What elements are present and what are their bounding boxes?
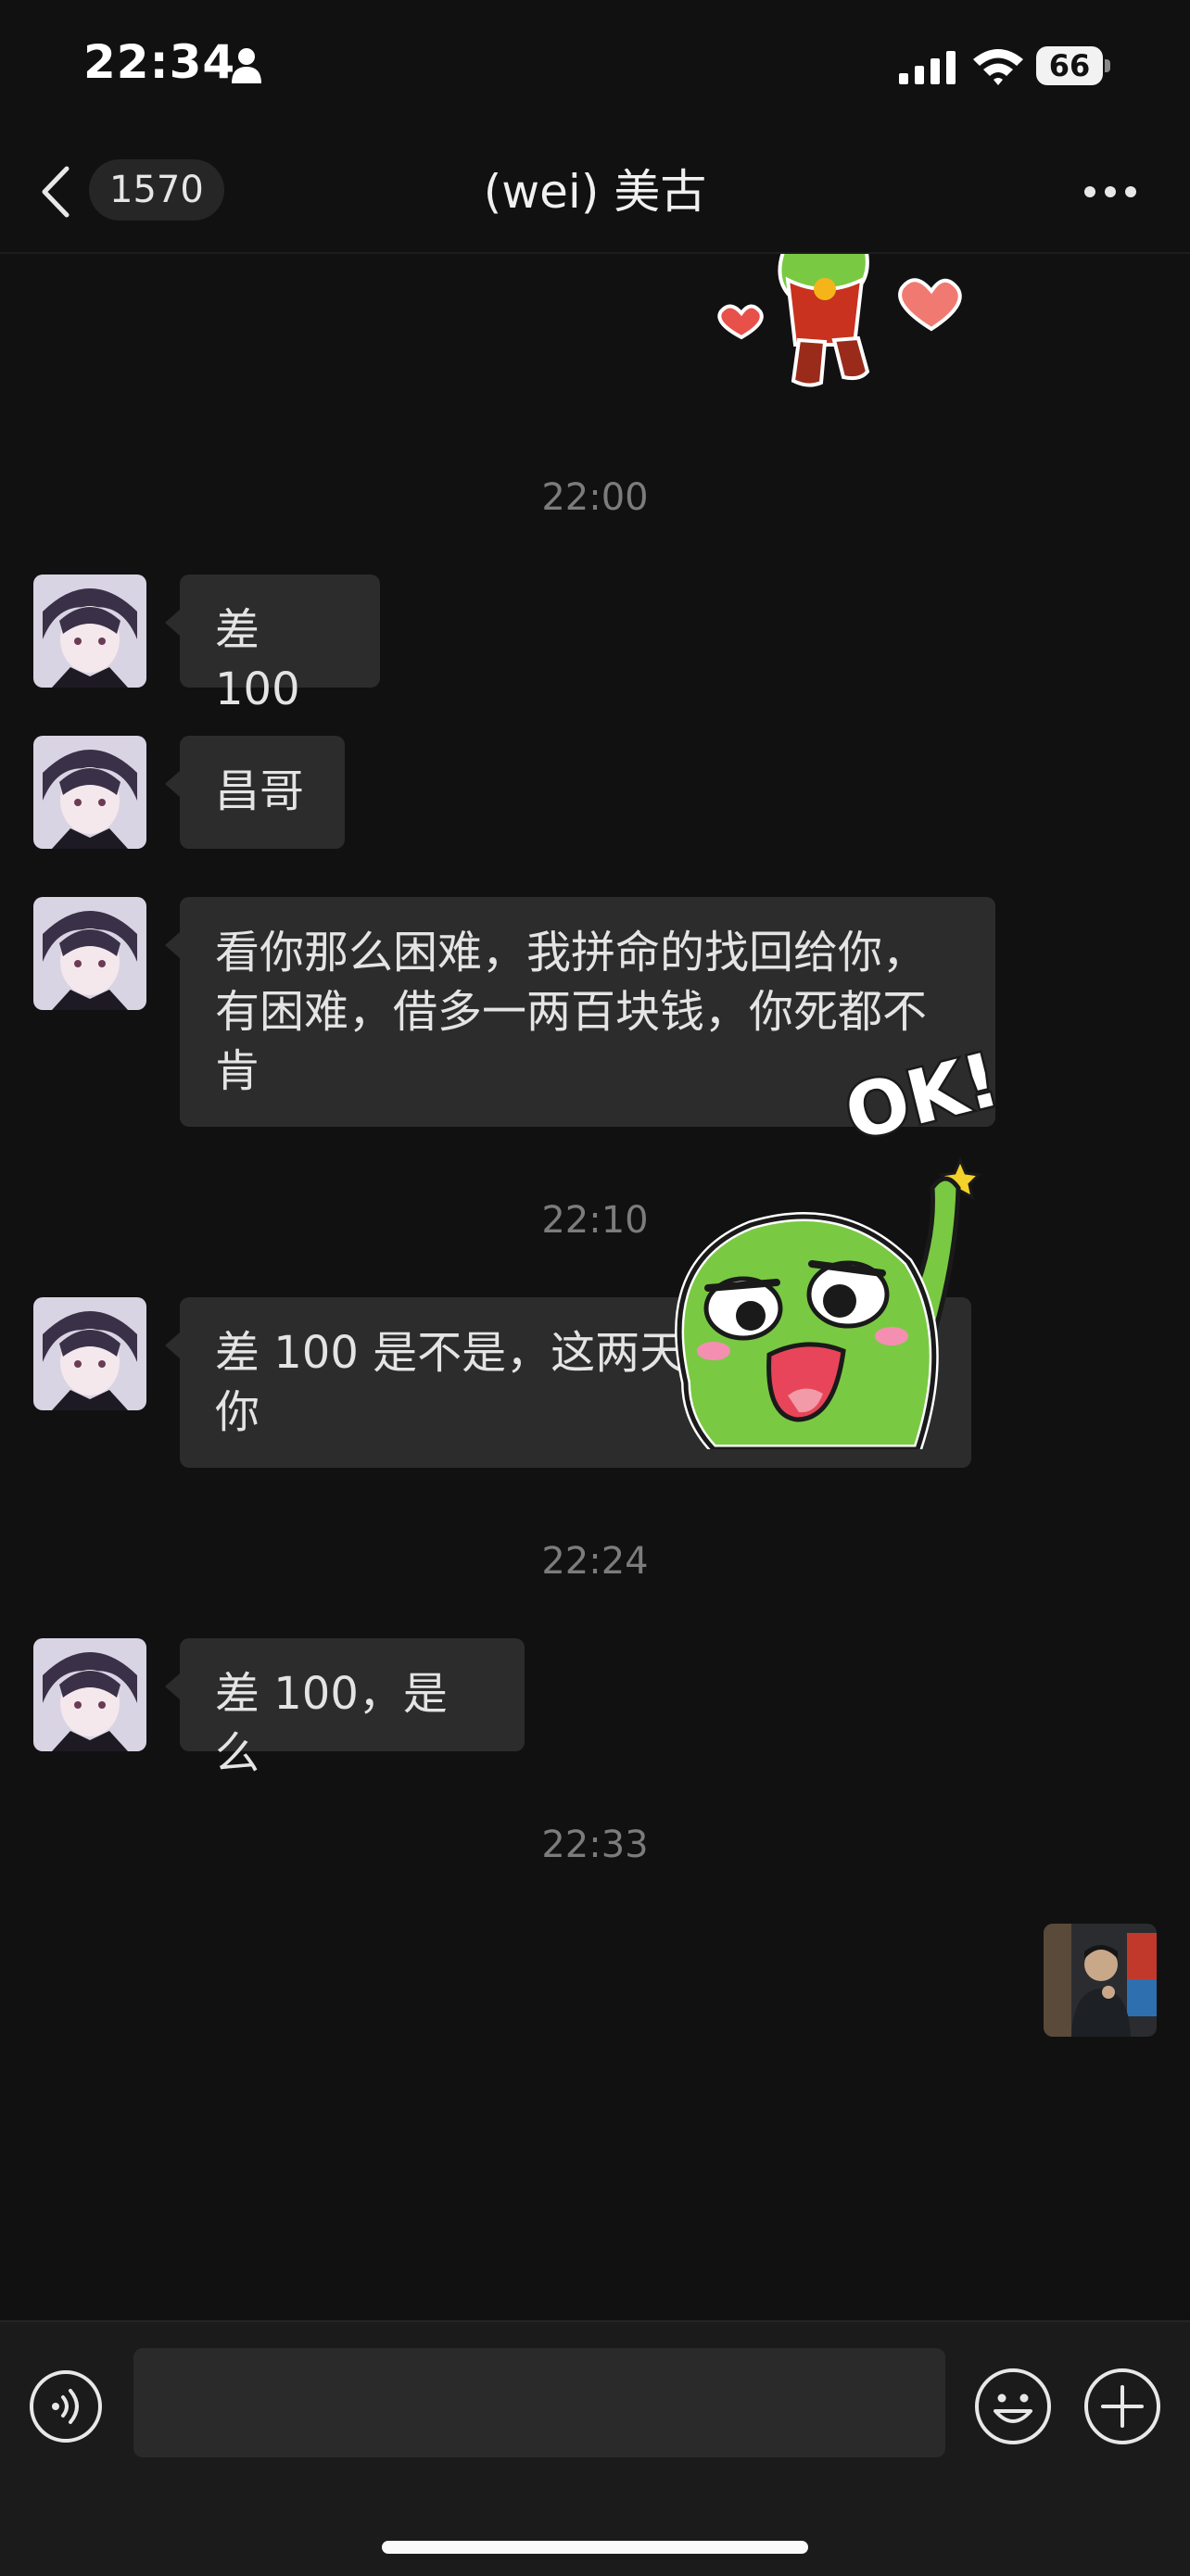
anime-avatar-icon — [33, 1638, 146, 1751]
message-list[interactable]: 22:00 差 100 昌哥 看你那么困难，我拼命的找回给你，有困难，借多一两百… — [0, 252, 1190, 2320]
person-icon — [232, 48, 261, 83]
cellular-signal-icon — [899, 51, 956, 84]
message-input[interactable] — [133, 2348, 945, 2457]
hearts-sticker[interactable] — [695, 252, 1010, 410]
ok-sticker-text: OK! — [837, 1036, 1001, 1157]
battery-percent: 66 — [1048, 48, 1091, 83]
timestamp: 22:33 — [541, 1824, 649, 1866]
wifi-icon — [973, 49, 1023, 85]
message-bubble[interactable]: 昌哥 — [165, 736, 345, 849]
status-bar: 22:34 66 — [0, 0, 1190, 139]
contact-avatar[interactable] — [33, 1297, 146, 1410]
anime-avatar-icon — [33, 897, 146, 1010]
unread-count-badge[interactable]: 1570 — [89, 159, 224, 221]
input-bar — [0, 2320, 1190, 2576]
timestamp: 22:00 — [541, 476, 649, 519]
timestamp: 22:24 — [541, 1540, 649, 1583]
contact-avatar[interactable] — [33, 736, 146, 849]
battery-indicator: 66 — [1036, 46, 1112, 85]
my-avatar[interactable] — [1044, 1924, 1157, 2037]
timestamp: 22:10 — [541, 1199, 649, 1242]
emoji-icon[interactable] — [973, 2367, 1053, 2446]
anime-avatar-icon — [33, 1297, 146, 1410]
ok-sticker[interactable]: OK! — [658, 1030, 1001, 1449]
message-bubble[interactable]: 差 100 — [165, 575, 380, 715]
contact-avatar[interactable] — [33, 1638, 146, 1751]
more-options-icon[interactable] — [1082, 183, 1138, 200]
message-bubble[interactable]: 差 100，是么 — [165, 1638, 525, 1779]
battery-cap — [1105, 59, 1110, 72]
anime-avatar-icon — [33, 736, 146, 849]
plus-icon[interactable] — [1082, 2367, 1162, 2446]
back-chevron-icon[interactable] — [39, 165, 72, 219]
photo-avatar-icon — [1044, 1924, 1157, 2037]
anime-avatar-icon — [33, 575, 146, 688]
contact-avatar[interactable] — [33, 897, 146, 1010]
chat-header: 1570 (wei) 美古 — [0, 139, 1190, 254]
status-time: 22:34 — [83, 35, 236, 89]
contact-avatar[interactable] — [33, 575, 146, 688]
voice-input-icon[interactable] — [28, 2368, 104, 2444]
home-indicator — [382, 2541, 808, 2554]
